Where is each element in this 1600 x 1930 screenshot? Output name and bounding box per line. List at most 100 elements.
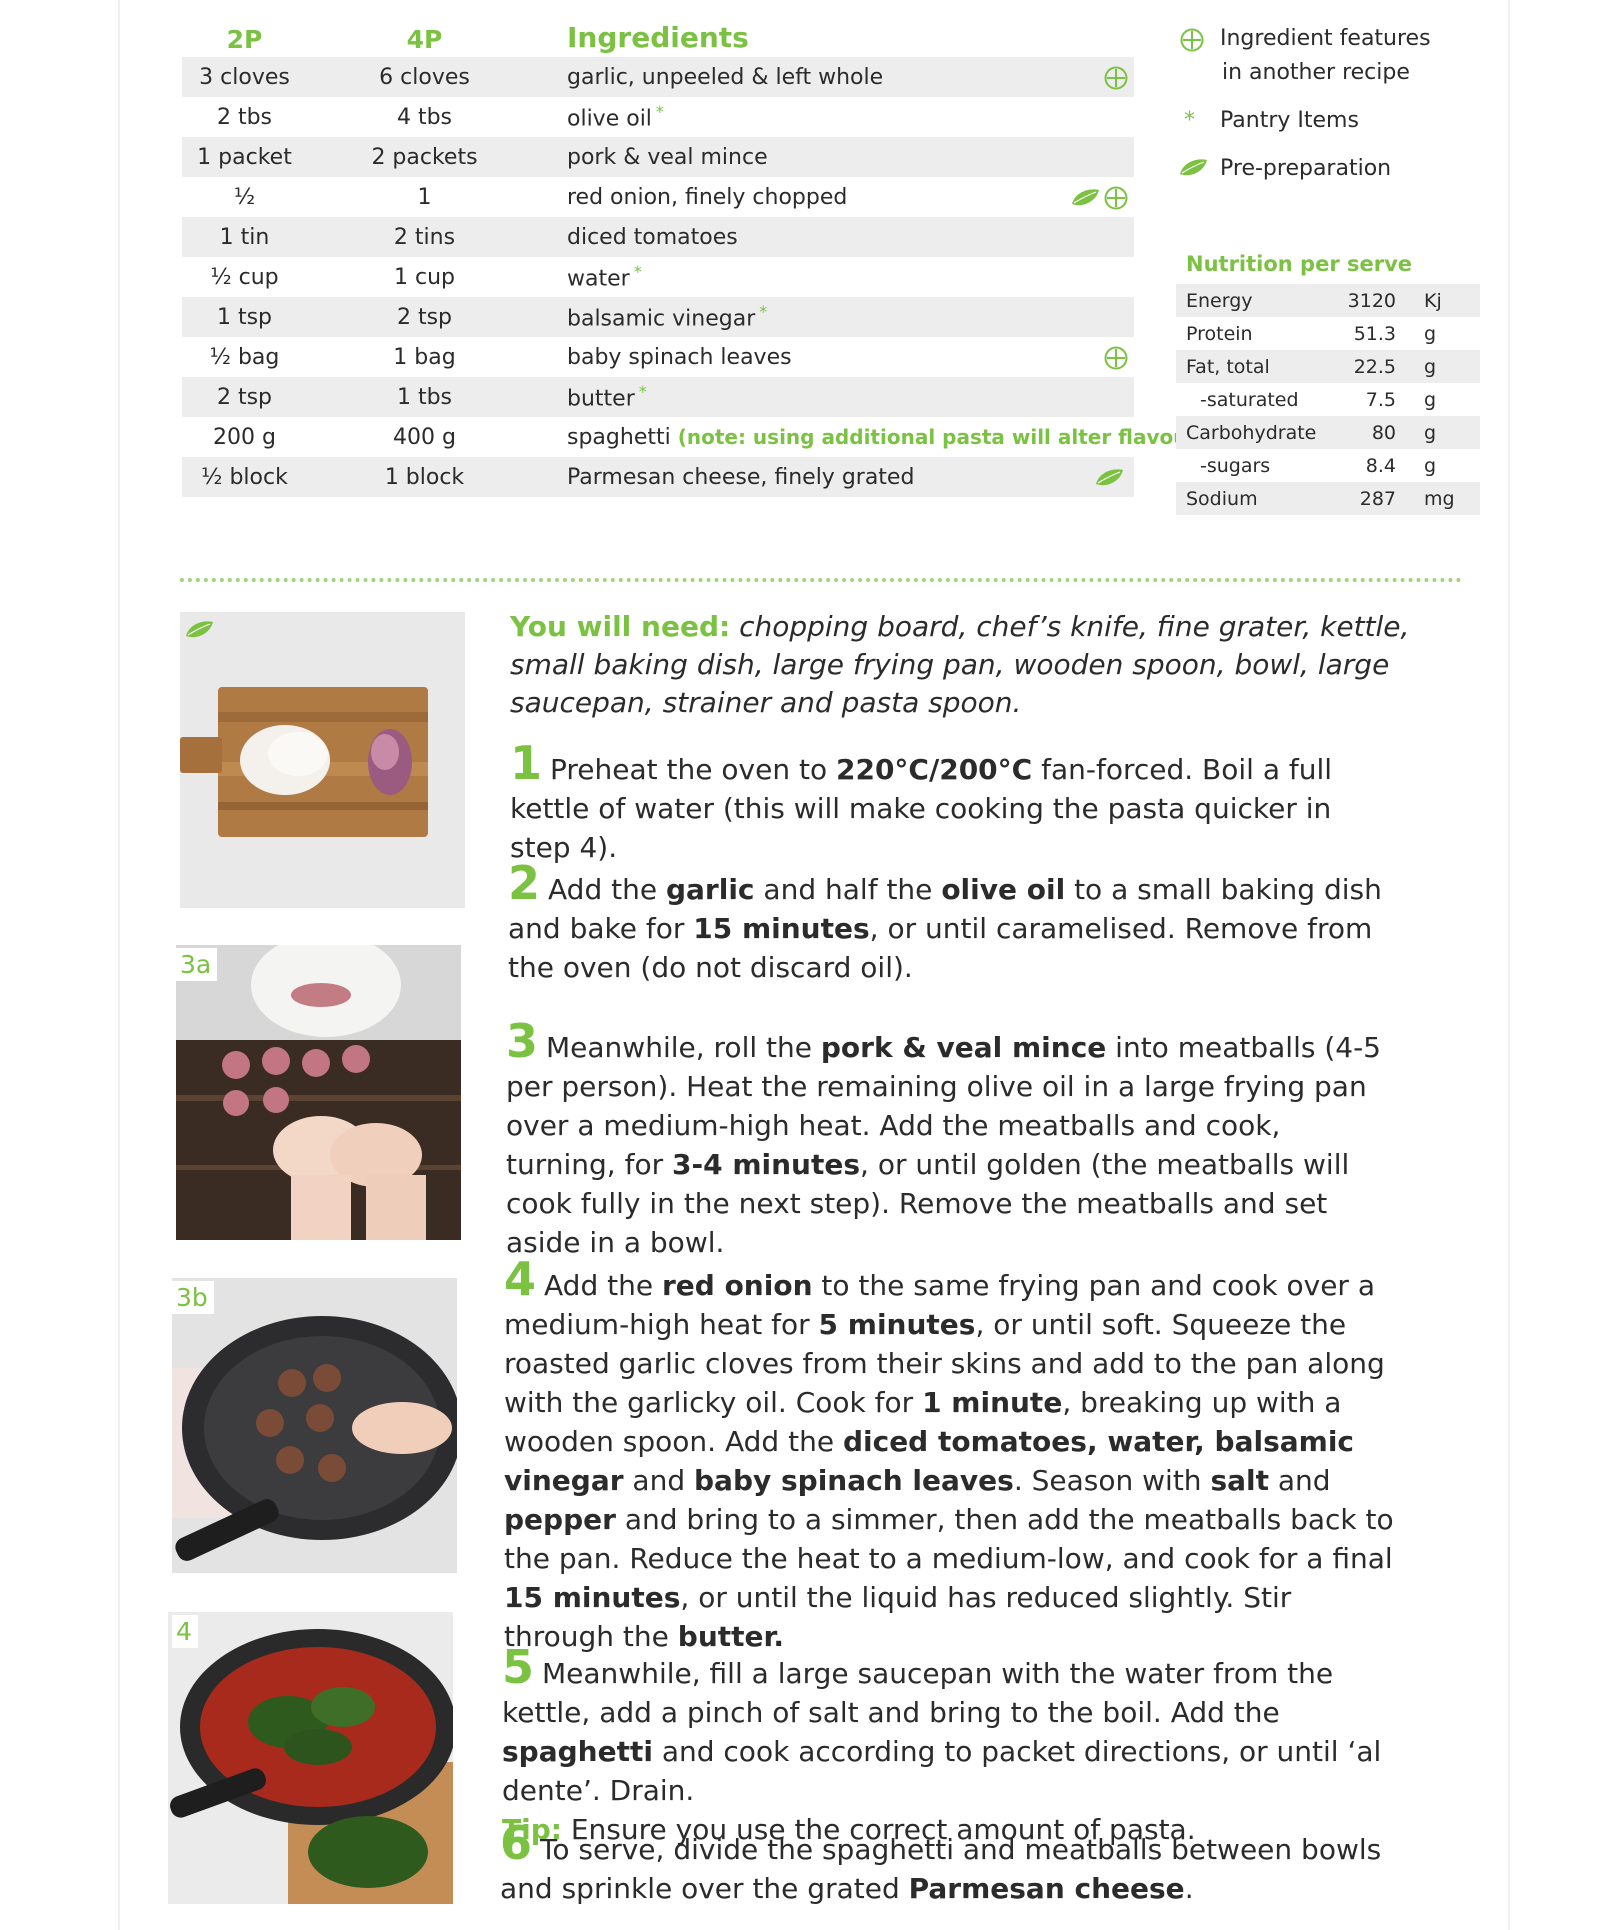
pantry-star-icon: * [633,262,642,282]
nutrition-label: Fat, total [1176,350,1336,383]
header-ingredients: Ingredients [567,21,749,54]
legend-feature-line1: Ingredient features [1220,26,1431,51]
nutrition-value: 80 [1336,416,1410,449]
nutrition-unit: g [1410,416,1480,449]
ingredient-name-cell: diced tomatoes [542,217,1048,257]
ingredient-row: ½ bag 1 bag baby spinach leaves [182,337,1134,377]
leaf-icon [1071,188,1100,206]
ingredient-name-cell: pork & veal mince [542,137,1048,177]
plus-circle-icon [1104,66,1128,89]
ingredient-qty-4p: 2 packets [307,137,542,177]
ingredient-row: 1 packet 2 packets pork & veal mince [182,137,1134,177]
nutrition-row: Protein 51.3 g [1176,317,1480,350]
ingredient-qty-4p: 1 tbs [307,377,542,417]
ingredient-name: baby spinach leaves [567,344,792,370]
nutrition-row: Sodium 287 mg [1176,482,1480,515]
step-2-olive-oil: olive oil [941,873,1066,906]
ingredient-name-cell: Parmesan cheese, finely grated [542,457,1048,497]
header-2p: 2P [226,25,263,54]
step-4-number: 4 [504,1252,537,1306]
ingredient-name: water [567,266,630,292]
nutrition-unit: Kj [1410,284,1480,317]
legend-feature-line2: in another recipe [1222,60,1410,85]
ingredient-name: red onion, finely chopped [567,184,848,210]
ingredient-icons [1048,377,1134,417]
ingredient-qty-2p: ½ bag [209,344,280,370]
meatball-rolling-image [176,945,461,1240]
photo-label-3a: 3a [176,948,218,981]
ingredient-row: 2 tbs 4 tbs olive oil * [182,97,1134,137]
legend-pantry-label: Pantry Items [1220,108,1359,133]
step-4-text-5: and [623,1464,695,1497]
step-6: 6 To serve, divide the spaghetti and meat… [500,1820,1400,1908]
ingredient-qty-4p: 1 block [307,457,542,497]
step-4-text-8: and bring to a simmer, then add the meat… [504,1503,1394,1575]
ingredient-icons [1048,337,1134,377]
ingredient-name: diced tomatoes [567,224,738,250]
ingredient-qty-2p: 1 tin [182,217,307,257]
nutrition-label: Sodium [1176,482,1336,515]
ingredient-name: garlic, unpeeled & left whole [567,64,884,90]
star-icon: * [1184,108,1195,133]
ingredient-name: olive oil [567,106,652,132]
nutrition-value: 8.4 [1365,454,1396,477]
step-4-time-2: 1 minute [922,1386,1063,1419]
step-1-temp: 220°C/200°C [835,753,1033,786]
nutrition-body: Energy 3120 Kj Protein 51.3 g Fat, total 22.5 g -… [1176,284,1480,515]
header-4p: 4P [406,25,443,54]
ingredient-qty-4p: 2 tsp [307,297,542,337]
photo-label-3b: 3b [172,1281,214,1314]
nutrition-row: Carbohydrate 80 g [1176,416,1480,449]
nutrition-unit: g [1410,350,1480,383]
nutrition-label: Energy [1176,284,1336,317]
ingredient-icons [1048,457,1134,497]
ingredient-qty-2p: ½ [233,184,256,210]
ingredient-name: balsamic vinegar [567,306,756,332]
step-6-parmesan: Parmesan cheese [908,1872,1185,1905]
plus-circle-icon [1180,28,1204,52]
nutrition-row: Fat, total 22.5 g [1176,350,1480,383]
step-4-text: Add the [544,1269,662,1302]
step-5-text: Meanwhile, fill a large saucepan with th… [502,1657,1334,1729]
ingredient-name-cell: olive oil * [542,97,1048,137]
ingredient-name: butter [567,386,635,412]
nutrition-value: 287 [1336,482,1410,515]
nutrition-unit: g [1424,322,1437,345]
ingredient-name-cell: butter * [542,377,1048,417]
ingredient-note: (note: using additional pasta will alter… [677,424,1207,449]
ingredient-icons [1048,57,1134,97]
step-3-time: 3-4 minutes [672,1148,861,1181]
ingredient-icons [1048,177,1134,217]
ingredients-body: 3 cloves 6 cloves garlic, unpeeled & left … [182,57,1207,497]
ingredient-icons [1048,137,1134,177]
ingredient-row: ½ block 1 block Parmesan cheese, finely gr… [182,457,1134,497]
step-2-time: 15 minutes [693,912,870,945]
ingredient-qty-4p: 1 [417,184,432,210]
ingredient-row: 2 tsp 1 tbs butter * [182,377,1134,417]
ingredient-qty-2p: 2 tsp [182,377,307,417]
sauce-in-pan-image [168,1612,453,1904]
ingredient-row: 200 g 400 g spaghetti (note: using additio… [182,417,1207,457]
step-3: 3 Meanwhile, roll the pork & veal mince i… [506,1018,1386,1262]
you-will-need-label: You will need: [510,610,731,643]
ingredient-qty-2p: ½ block [182,457,307,497]
step-4-time-1: 5 minutes [818,1308,976,1341]
chopping-board-image [180,612,465,908]
nutrition-label: Carbohydrate [1176,416,1336,449]
legend-prep: Pre-preparation [1179,152,1480,186]
legend-prep-label: Pre-preparation [1220,156,1392,181]
ingredient-qty-2p: 2 tbs [216,104,273,130]
nutrition-value: 22.5 [1336,350,1410,383]
nutrition-unit: mg [1410,482,1480,515]
ingredient-qty-4p: 6 cloves [307,57,542,97]
photo-step-4 [168,1612,453,1904]
ingredient-name-cell: balsamic vinegar * [542,297,1048,337]
dotted-divider [180,578,1462,582]
step-4-pepper: pepper [504,1503,616,1536]
nutrition-value: 3120 [1336,284,1410,317]
nutrition-row: -sugars 8.4 g [1176,449,1480,482]
ingredient-qty-2p: 1 tsp [182,297,307,337]
nutrition-value: 7.5 [1365,388,1396,411]
step-3-number: 3 [506,1014,539,1068]
meatballs-in-pan-image [172,1278,457,1573]
